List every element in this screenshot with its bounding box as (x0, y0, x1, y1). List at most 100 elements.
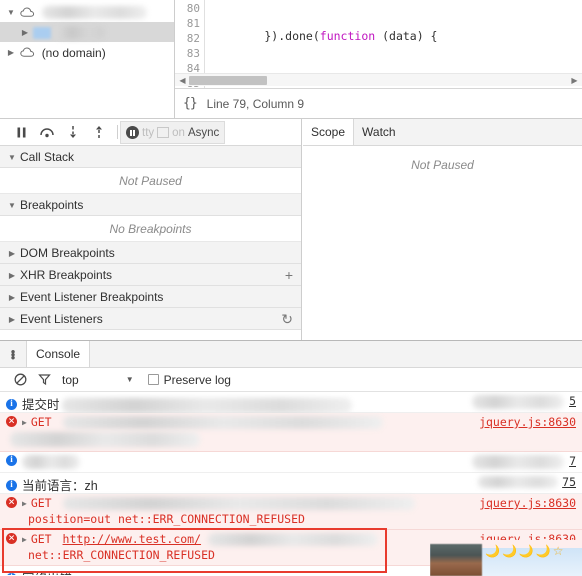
message-source-link[interactable]: 75 (562, 475, 576, 489)
kebab-icon[interactable]: • • • (0, 341, 26, 367)
section-title: Event Listeners (20, 312, 103, 326)
chevron-down-icon[interactable]: ▼ (126, 375, 134, 384)
debugger-area: tty on Async ▼ Call Stack Not Paused ▼ Bre… (0, 118, 582, 341)
file-navigator-tree[interactable]: ▼ ▶ ▶ (no domain) (0, 0, 175, 118)
pause-resume-button[interactable] (8, 121, 34, 143)
request-method: GET (30, 415, 52, 429)
filter-icon[interactable] (32, 370, 56, 390)
message-source-link[interactable]: jquery.js:8630 (479, 496, 576, 510)
cloud-icon-2 (20, 47, 35, 58)
debugger-sidebar: tty on Async ▼ Call Stack Not Paused ▼ Bre… (0, 119, 302, 341)
error-icon (6, 531, 17, 544)
twisty-icon[interactable]: ▼ (7, 147, 17, 169)
info-icon (6, 454, 17, 466)
scrollbar-thumb[interactable] (189, 76, 267, 85)
redacted-message-body (61, 398, 352, 413)
tab-watch[interactable]: Watch (354, 119, 404, 145)
tooltip-async-label: Async (187, 126, 220, 139)
redacted-domain-label (41, 6, 147, 20)
preserve-log-toggle[interactable]: Preserve log (147, 372, 231, 387)
request-url[interactable]: http://www.test.com/ (63, 532, 201, 546)
section-xhr-breakpoints[interactable]: ▶ XHR Breakpoints + (0, 264, 301, 286)
expand-triangle-icon[interactable]: ▶ (22, 535, 27, 544)
line-number: 82 (186, 32, 200, 45)
twisty-icon[interactable]: ▶ (7, 287, 17, 309)
console-message[interactable]: 7 (0, 452, 582, 473)
message-text: 提交时 (22, 398, 60, 412)
twisty-collapsed-icon[interactable]: ▶ (20, 23, 30, 43)
clear-console-icon[interactable] (8, 370, 32, 390)
pretty-print-icon[interactable]: {} (183, 96, 198, 111)
line-number: 80 (186, 2, 200, 15)
step-out-button[interactable] (86, 121, 112, 143)
twisty-icon[interactable]: ▶ (7, 243, 17, 265)
section-event-listeners[interactable]: ▶ Event Listeners ↻ (0, 308, 301, 330)
scroll-right-arrow-icon[interactable]: ▶ (570, 76, 579, 85)
line-number: 81 (186, 17, 200, 30)
info-icon (6, 479, 17, 491)
tab-scope[interactable]: Scope (303, 119, 355, 145)
editor-status-bar: {} Line 79, Column 9 (175, 88, 582, 118)
twisty-collapsed-icon-2[interactable]: ▶ (6, 43, 16, 63)
redacted-file-label (54, 26, 105, 40)
expand-triangle-icon[interactable]: ▶ (22, 418, 27, 427)
console-toolbar: top ▼ Preserve log (0, 368, 582, 392)
error-icon (6, 495, 17, 508)
code-line-80: }).done(function (data) { (209, 29, 438, 43)
message-source-link[interactable]: jquery.js:8630 (479, 532, 576, 546)
console-message[interactable]: ▶GET jquery.js:8630 (0, 413, 582, 452)
drawer-tab-bar: • • • Console (0, 341, 582, 368)
redacted-source (478, 476, 558, 488)
async-checkbox[interactable] (157, 127, 170, 138)
message-source-link[interactable]: 7 (569, 454, 576, 468)
section-call-stack[interactable]: ▼ Call Stack (0, 146, 301, 168)
preserve-log-checkbox[interactable] (147, 374, 159, 385)
tree-row-no-domain[interactable]: ▶ (no domain) (0, 42, 174, 62)
add-xhr-breakpoint-icon[interactable]: + (285, 264, 293, 286)
request-method: GET (30, 496, 52, 510)
step-over-button[interactable] (34, 121, 60, 143)
step-into-button[interactable] (60, 121, 86, 143)
pause-on-exceptions-tooltip[interactable]: tty on Async (120, 121, 226, 144)
tree-label-no-domain: (no domain) (41, 45, 106, 60)
twisty-expanded-icon[interactable]: ▼ (6, 3, 16, 23)
section-breakpoints[interactable]: ▼ Breakpoints (0, 194, 301, 216)
scope-watch-panel: Scope Watch Not Paused (303, 119, 582, 341)
expand-triangle-icon[interactable]: ▶ (22, 499, 27, 508)
twisty-icon[interactable]: ▼ (7, 195, 17, 217)
section-title: Breakpoints (20, 198, 84, 212)
tab-console[interactable]: Console (26, 341, 91, 367)
section-event-listener-breakpoints[interactable]: ▶ Event Listener Breakpoints (0, 286, 301, 308)
execution-context-select[interactable]: top ▼ (62, 373, 134, 387)
redacted-url (62, 497, 415, 510)
error-icon (6, 414, 17, 427)
redacted-url-tail (207, 533, 378, 546)
message-detail: position=out net::ERR_CONNECTION_REFUSED (28, 512, 305, 526)
console-message-list[interactable]: 提交时 5 ▶GET jquery.js:8630 7 当前语言：zh 75 (0, 392, 582, 575)
message-source-link[interactable]: 5 (569, 394, 576, 408)
redacted-source (472, 455, 564, 469)
tree-row-selected-file[interactable]: ▶ (0, 22, 174, 42)
tooltip-async-prefix: on (172, 126, 185, 139)
console-message[interactable]: 网络出错 (0, 566, 582, 575)
console-message[interactable]: ▶GET http://www.test.com/ jquery.js:8630… (0, 530, 582, 566)
console-message[interactable]: 提交时 5 (0, 392, 582, 413)
console-message[interactable]: 当前语言：zh 75 (0, 473, 582, 494)
debugger-toolbar: tty on Async (0, 119, 301, 146)
cursor-position-label: Line 79, Column 9 (206, 96, 305, 111)
redacted-source (472, 395, 564, 409)
tree-row-domain-group[interactable]: ▼ (0, 2, 174, 22)
console-message[interactable]: ▶GET jquery.js:8630 position=out net::ER… (0, 494, 582, 530)
twisty-icon[interactable]: ▶ (7, 309, 17, 331)
redacted-url-line2 (10, 432, 200, 447)
preserve-log-label: Preserve log (163, 372, 231, 387)
scroll-left-arrow-icon[interactable]: ◀ (178, 76, 187, 85)
call-stack-empty: Not Paused (0, 168, 301, 194)
editor-horizontal-scrollbar[interactable]: ◀ ▶ (175, 73, 582, 86)
message-text: 当前语言：zh (22, 479, 98, 493)
message-source-link[interactable]: jquery.js:8630 (479, 415, 576, 429)
twisty-icon[interactable]: ▶ (7, 265, 17, 287)
refresh-icon[interactable]: ↻ (281, 308, 293, 330)
file-icon (33, 26, 52, 39)
section-dom-breakpoints[interactable]: ▶ DOM Breakpoints (0, 242, 301, 264)
